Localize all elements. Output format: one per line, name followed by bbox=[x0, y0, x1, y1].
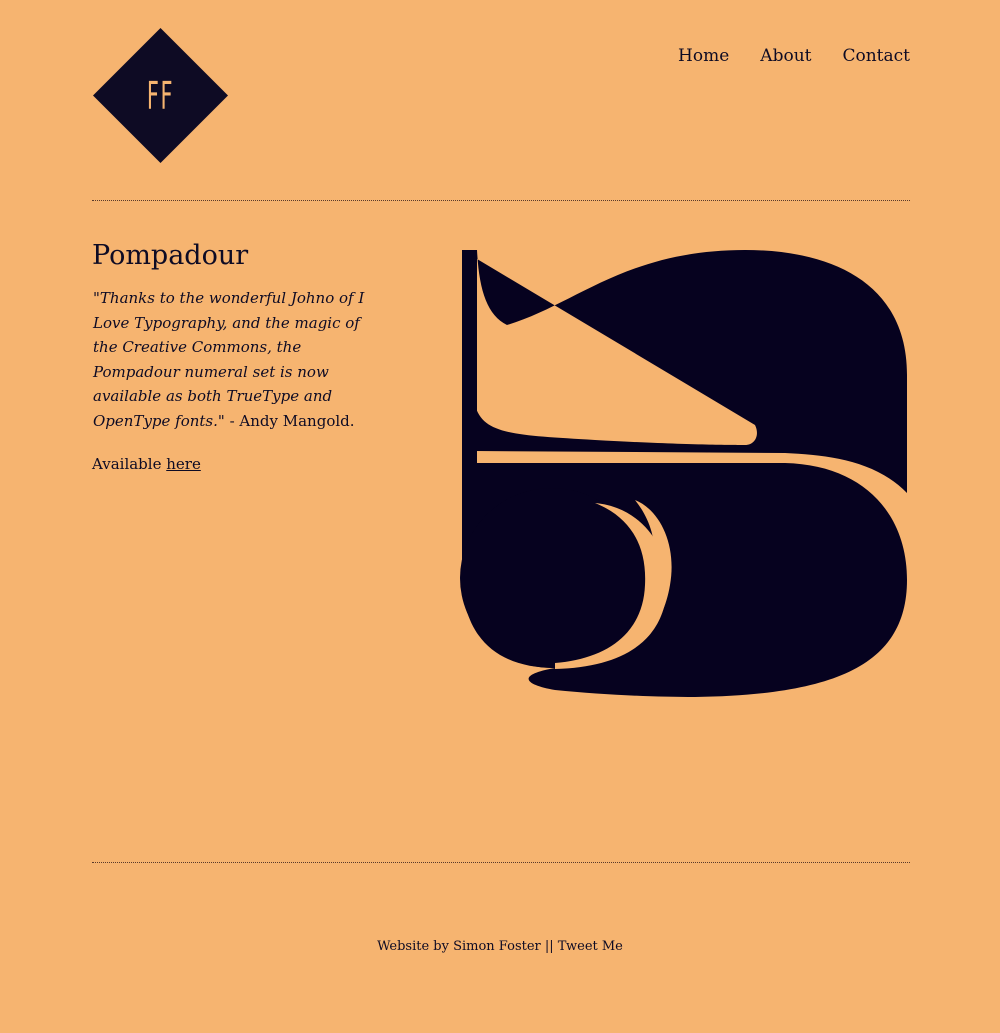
quote-attribution: - Andy Mangold. bbox=[224, 411, 355, 430]
nav-contact-link[interactable]: Contact bbox=[842, 44, 910, 68]
availability-label: Available bbox=[92, 455, 167, 473]
article-title: Pompadour bbox=[92, 240, 249, 271]
nav-home-link[interactable]: Home bbox=[678, 44, 729, 68]
credit-link[interactable]: Website by Simon Foster bbox=[377, 939, 541, 954]
logo-monogram[interactable]: FF bbox=[123, 28, 197, 163]
availability-line: Available here bbox=[92, 452, 201, 476]
footer-separator: || bbox=[544, 939, 554, 954]
article-quote: "Thanks to the wonderful Johno of I Love… bbox=[93, 286, 378, 434]
main-nav: Home About Contact bbox=[678, 44, 910, 68]
footer: Website by Simon Foster || Tweet Me bbox=[0, 936, 1000, 958]
footer-divider bbox=[92, 862, 910, 863]
header-divider bbox=[92, 200, 910, 201]
tweet-link[interactable]: Tweet Me bbox=[558, 939, 623, 954]
quote-text: "Thanks to the wonderful Johno of I Love… bbox=[93, 289, 365, 430]
nav-about-link[interactable]: About bbox=[760, 44, 811, 68]
pompadour-five-illustration bbox=[460, 250, 907, 697]
download-here-link[interactable]: here bbox=[166, 455, 201, 473]
